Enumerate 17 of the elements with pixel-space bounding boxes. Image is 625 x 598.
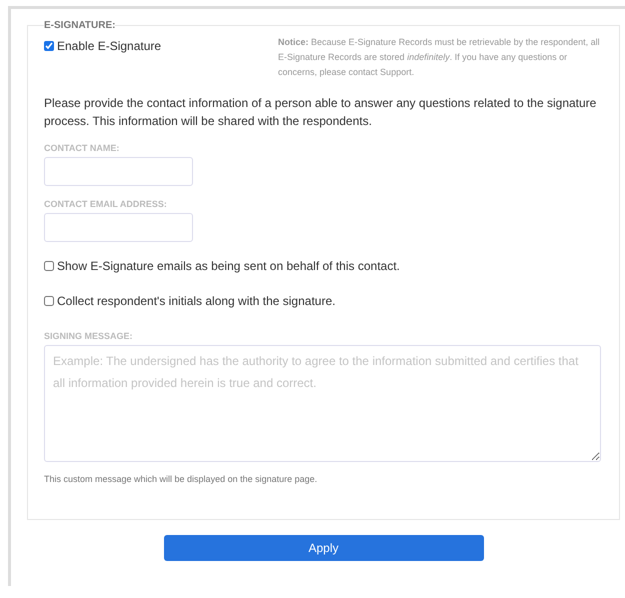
help-text: This custom message which will be displayed on the signature page. [44,474,318,484]
checkbox[interactable] [44,261,54,271]
field-label: SIGNING MESSAGE: [44,331,134,341]
checkbox-label[interactable]: Enable E-Signature [57,39,162,53]
apply-button[interactable]: Apply [164,535,484,561]
intro-text: Please provide the contact information of a person able to answer any questions related to the signature process. This information will be shared with the respondents. [44,95,598,130]
field-label: CONTACT EMAIL ADDRESS: [44,199,168,209]
input-field[interactable] [44,157,193,186]
checkbox[interactable] [44,296,54,306]
checkbox[interactable] [44,41,54,51]
field-label: CONTACT NAME: [44,143,120,153]
checkbox-label[interactable]: Show E-Signature emails as being sent on behalf of this contact. [57,259,400,273]
message-field[interactable]: Example: The undersigned has the authority to agree to the information submitted and certifies that all information provided herein is true and correct. [44,345,601,462]
notice-text: Notice: Because E-Signature Records must be retrievable by the respondent, all E-Signature Records are stored indefinitely. If you have any questions or concerns, please contact Support. [278,36,601,79]
checkbox-label[interactable]: Collect respondent's initials along with the signature. [57,294,336,308]
input-field[interactable] [44,213,193,242]
section-title: E-SIGNATURE: [44,20,116,31]
